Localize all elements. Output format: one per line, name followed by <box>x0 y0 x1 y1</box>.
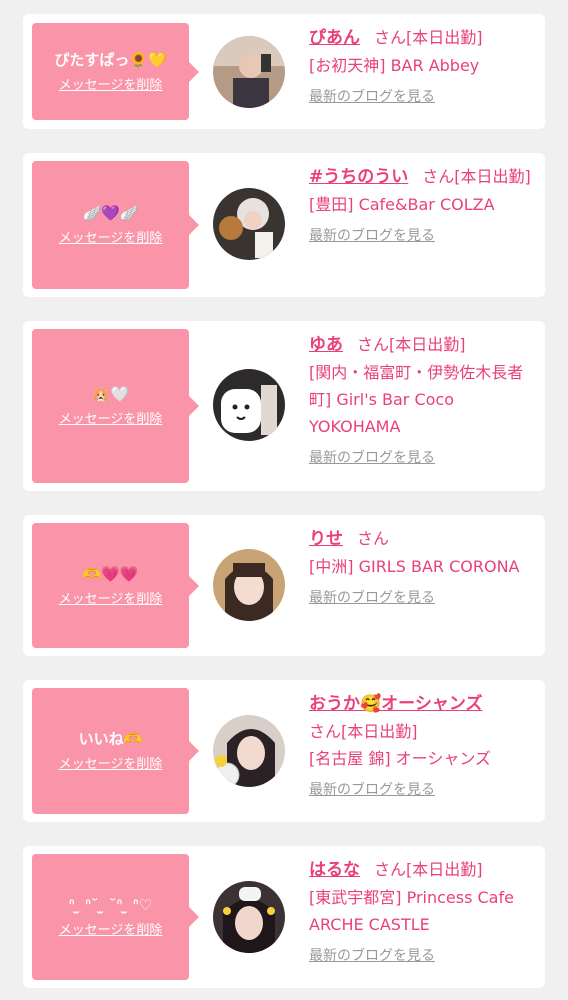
view-blog-link[interactable]: 最新のブログを見る <box>309 448 537 468</box>
view-blog-link[interactable]: 最新のブログを見る <box>309 780 537 800</box>
avatar-photo-icon <box>213 36 285 108</box>
avatar[interactable] <box>213 881 285 953</box>
avatar-photo-icon <box>213 715 285 787</box>
member-name-link[interactable]: おうか🥰オーシャンズ <box>309 694 483 714</box>
shop-name: [名古屋 錦] オーシャンズ <box>309 749 492 768</box>
delete-message-link[interactable]: メッセージを削除 <box>59 412 163 428</box>
message-bubble: 🐹🤍 メッセージを削除 <box>32 329 199 483</box>
shop-name: [豊田] Cafe&Bar COLZA <box>309 195 495 214</box>
message-text: ᐢ ̫ ᐢ˘ ̫ ˘ᐢ ̫ ᐢ♡ <box>68 896 153 914</box>
message-bubble: いいね🫶 メッセージを削除 <box>32 688 199 814</box>
member-info: おうか🥰オーシャンズ さん[本日出勤] [名古屋 錦] オーシャンズ 最新のブロ… <box>309 690 537 800</box>
attendance-status: [本日出勤] <box>454 167 531 186</box>
view-blog-link[interactable]: 最新のブログを見る <box>309 87 537 107</box>
member-name-link[interactable]: #うちのうい <box>309 167 408 187</box>
notification-card: いいね🫶 メッセージを削除 おうか🥰オーシャンズ さん[本日出勤] [名古屋 錦… <box>23 680 545 822</box>
avatar-photo-icon <box>213 188 285 260</box>
member-info: りせ さん [中洲] GIRLS BAR CORONA 最新のブログを見る <box>309 525 537 608</box>
view-blog-link[interactable]: 最新のブログを見る <box>309 946 537 966</box>
attendance-status: [本日出勤] <box>406 860 483 879</box>
honorific: さん <box>374 28 407 47</box>
shop-name: [お初天神] BAR Abbey <box>309 56 480 75</box>
message-text: 🫶💗💗 <box>82 564 139 583</box>
shop-name: [中洲] GIRLS BAR CORONA <box>309 557 520 576</box>
notification-card: 🪽💜🪽 メッセージを削除 #うちのうい さん[本日出勤] [豊田] Cafe&Ba… <box>23 153 545 297</box>
message-bubble: 🪽💜🪽 メッセージを削除 <box>32 161 199 289</box>
notification-card: 🫶💗💗 メッセージを削除 りせ さん [中洲] GIRLS BAR CORONA … <box>23 515 545 656</box>
delete-message-link[interactable]: メッセージを削除 <box>59 757 163 773</box>
avatar-photo-icon <box>213 369 285 441</box>
honorific: さん <box>309 722 342 741</box>
honorific: さん <box>357 529 390 548</box>
notification-card: ᐢ ̫ ᐢ˘ ̫ ˘ᐢ ̫ ᐢ♡ メッセージを削除 はるな さん[本日出勤] [東… <box>23 846 545 988</box>
member-name-link[interactable]: ぴあん <box>309 28 360 48</box>
message-text: 🐹🤍 <box>91 385 130 403</box>
message-text: 🪽💜🪽 <box>82 204 139 222</box>
attendance-status: [本日出勤] <box>341 722 418 741</box>
notification-card: ぴたすぱっ🌻💛 メッセージを削除 ぴあん さん[本日出勤] [お初天神] BAR … <box>23 14 545 129</box>
honorific: さん <box>374 860 407 879</box>
shop-name: [東武宇都宮] Princess Cafe ARCHE CASTLE <box>309 888 514 934</box>
attendance-status: [本日出勤] <box>406 28 483 47</box>
avatar-photo-icon <box>213 549 285 621</box>
member-name-link[interactable]: りせ <box>309 529 343 549</box>
member-name-link[interactable]: はるな <box>309 860 360 880</box>
avatar[interactable] <box>213 188 285 260</box>
member-info: #うちのうい さん[本日出勤] [豊田] Cafe&Bar COLZA 最新のブロ… <box>309 163 537 246</box>
notification-card: 🐹🤍 メッセージを削除 ゆあ さん[本日出勤] [関内・福富町・伊勢佐木長者町] … <box>23 321 545 491</box>
avatar[interactable] <box>213 369 285 441</box>
view-blog-link[interactable]: 最新のブログを見る <box>309 226 537 246</box>
view-blog-link[interactable]: 最新のブログを見る <box>309 588 537 608</box>
member-info: ゆあ さん[本日出勤] [関内・福富町・伊勢佐木長者町] Girl's Bar C… <box>309 331 537 468</box>
delete-message-link[interactable]: メッセージを削除 <box>59 592 163 608</box>
delete-message-link[interactable]: メッセージを削除 <box>59 78 163 94</box>
member-name-link[interactable]: ゆあ <box>309 335 343 355</box>
honorific: さん <box>357 335 390 354</box>
attendance-status: [本日出勤] <box>389 335 466 354</box>
avatar[interactable] <box>213 36 285 108</box>
message-text: いいね🫶 <box>78 730 143 748</box>
avatar-photo-icon <box>213 881 285 953</box>
message-bubble: ᐢ ̫ ᐢ˘ ̫ ˘ᐢ ̫ ᐢ♡ メッセージを削除 <box>32 854 199 980</box>
shop-name: [関内・福富町・伊勢佐木長者町] Girl's Bar Coco YOKOHAM… <box>309 363 524 436</box>
avatar[interactable] <box>213 715 285 787</box>
message-text: ぴたすぱっ🌻💛 <box>54 50 167 69</box>
member-info: ぴあん さん[本日出勤] [お初天神] BAR Abbey 最新のブログを見る <box>309 24 537 107</box>
avatar[interactable] <box>213 549 285 621</box>
message-bubble: ぴたすぱっ🌻💛 メッセージを削除 <box>32 23 199 120</box>
delete-message-link[interactable]: メッセージを削除 <box>59 231 163 247</box>
member-info: はるな さん[本日出勤] [東武宇都宮] Princess Cafe ARCHE … <box>309 856 537 966</box>
delete-message-link[interactable]: メッセージを削除 <box>59 923 163 939</box>
message-bubble: 🫶💗💗 メッセージを削除 <box>32 523 199 648</box>
honorific: さん <box>422 167 455 186</box>
